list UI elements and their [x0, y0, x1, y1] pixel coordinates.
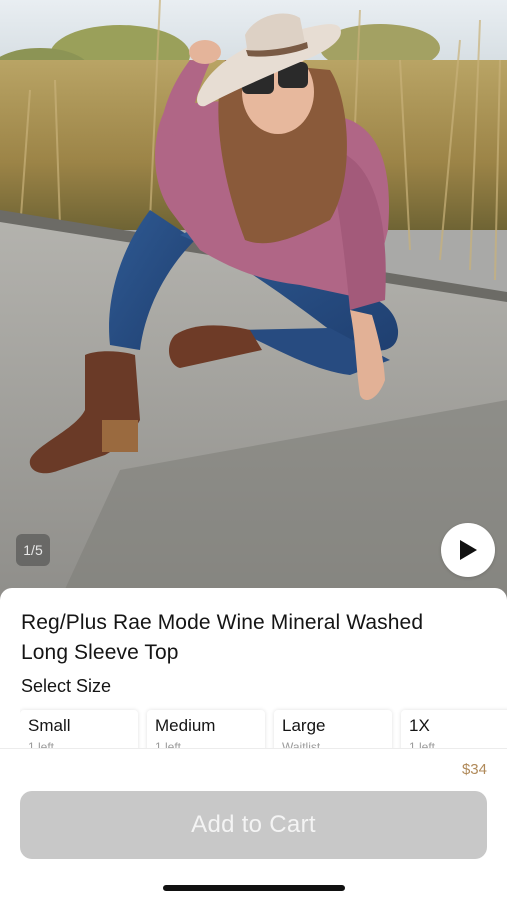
size-name: 1X	[409, 716, 430, 735]
size-option-medium[interactable]: Medium 1 left	[147, 710, 265, 750]
select-size-label: Select Size	[21, 676, 112, 696]
home-indicator[interactable]	[163, 885, 345, 891]
add-to-cart-button[interactable]: Add to Cart	[20, 791, 487, 859]
size-name: Large	[282, 716, 326, 735]
size-option-large[interactable]: Large Waitlist	[274, 710, 392, 750]
size-name: Medium	[155, 716, 216, 735]
product-photo-illustration	[0, 0, 507, 600]
size-name: Small	[28, 716, 71, 735]
product-title-line-2: Long Sleeve Top	[21, 641, 179, 664]
product-title: Reg/Plus Rae Mode Wine Mineral Washed Lo…	[21, 608, 481, 668]
play-icon	[460, 540, 477, 560]
size-option-small[interactable]: Small 1 left	[20, 710, 138, 750]
purchase-bar: $34 Add to Cart	[0, 748, 507, 900]
size-selector: Small 1 left Medium 1 left Large Waitlis…	[20, 706, 507, 750]
size-option-1x[interactable]: 1X 1 left	[401, 710, 507, 750]
play-video-button[interactable]	[441, 523, 495, 577]
product-price: $34	[461, 761, 487, 778]
product-image[interactable]: 1/5	[0, 0, 507, 600]
image-counter: 1/5	[16, 534, 50, 566]
product-title-line-1: Reg/Plus Rae Mode Wine Mineral Washed	[21, 611, 424, 634]
